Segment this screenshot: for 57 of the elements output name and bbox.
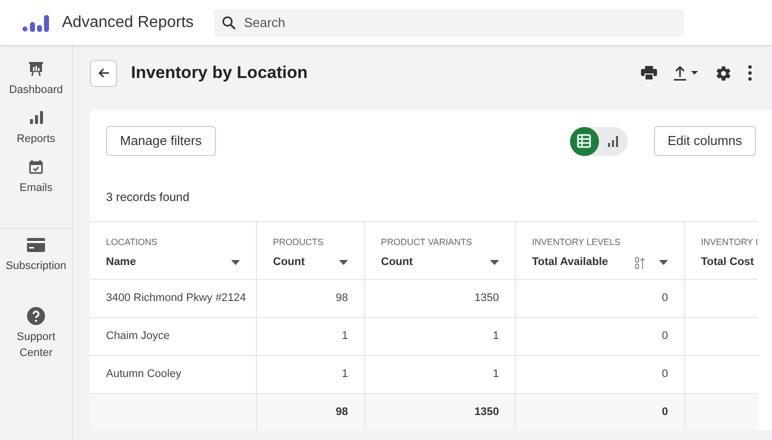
table-cell-text: 0 [662,291,668,306]
column-header[interactable]: Total Cost [701,254,754,271]
total-cell-text: 0 [662,405,668,420]
help-icon [27,307,45,325]
print-icon[interactable] [641,66,657,80]
total-cell-text: 98 [336,405,348,420]
table-cell-text: 1 [492,329,499,344]
calendar-check-icon [28,159,44,175]
table-cell-text: Chaim Joyce [106,329,170,344]
dropdown-caret-icon[interactable] [339,260,348,265]
table-cell-text: 98 [336,291,348,306]
column-group-label: INVENTORY I [701,236,758,249]
bar-chart-icon [22,14,50,32]
bar-chart-icon [28,110,44,126]
records-count: 3 records found [105,189,190,204]
sidebar-item[interactable]: Emails [0,157,72,196]
table-view-toggle[interactable] [570,126,599,156]
search-field[interactable]: Search [214,8,684,36]
settings-icon[interactable] [715,64,732,82]
table-cell-text: 0 [662,367,668,382]
table-icon [577,134,592,148]
table-cell-text: 1 [492,367,499,382]
table-cell-text: 1 [342,329,348,344]
column-header[interactable]: Count [381,254,413,271]
table-cell-text: 3400 Richmond Pkwy #2124 [106,291,246,306]
column-group-label: PRODUCTS [273,236,324,249]
total-cell-text: 1350 [474,405,499,420]
back-arrow-icon [98,68,110,78]
app-title: Advanced Reports [62,12,195,32]
dropdown-caret-icon[interactable] [659,260,668,265]
column-header[interactable]: Name [106,254,136,271]
bar-chart-icon [607,135,620,147]
column-group-label: INVENTORY LEVELS [532,236,621,249]
table-cell-text: 1350 [474,291,499,306]
table-cell-text: Autumn Cooley [106,367,182,382]
more-icon[interactable] [748,65,752,81]
sidebar-item[interactable]: Dashboard [0,59,72,98]
sort-icon [635,256,645,268]
page-title: Inventory by Location [131,62,308,84]
dropdown-caret-icon[interactable] [490,260,499,265]
sidebar-item[interactable]: Reports [0,108,72,147]
sidebar-item[interactable]: Support Center [0,306,72,361]
dropdown-caret-icon[interactable] [231,260,240,265]
column-header[interactable]: Count [273,254,305,271]
table-cell-text: 1 [342,367,348,382]
back-button[interactable] [90,60,117,86]
upload-icon[interactable] [673,65,699,81]
sidebar-item[interactable]: Subscription [0,235,72,274]
table-cell-text: 0 [662,329,668,344]
column-group-label: PRODUCT VARIANTS [381,236,472,249]
easel-chart-icon [28,61,44,77]
manage-filters-button[interactable]: Manage filters [106,126,216,156]
column-group-label: LOCATIONS [106,236,158,249]
search-icon [222,16,236,30]
credit-card-icon [27,238,45,252]
column-header[interactable]: Total Available [532,254,608,271]
edit-columns-button[interactable]: Edit columns [654,126,756,156]
